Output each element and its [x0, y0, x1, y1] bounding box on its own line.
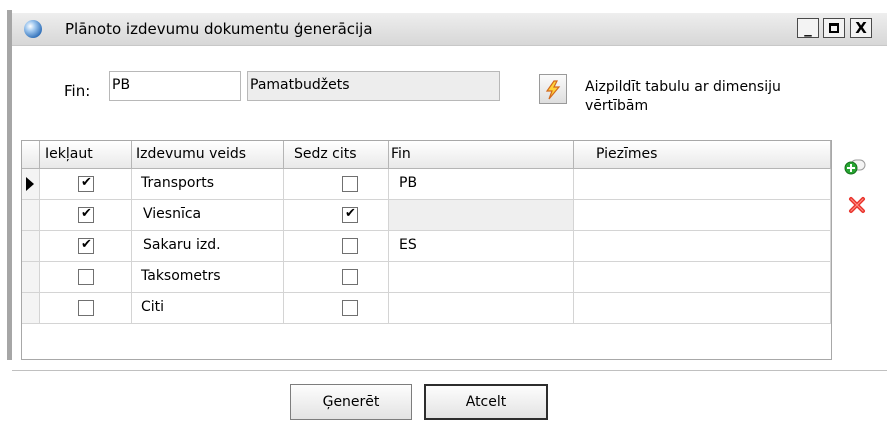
include-cell[interactable] [40, 262, 132, 293]
fill-table-description: Aizpildīt tabulu ar dimensiju vērtībām [585, 79, 781, 114]
row-indicator [22, 293, 40, 324]
header-row-indicator [22, 141, 40, 169]
fin-label: Fin: [64, 82, 91, 100]
expense-type-cell[interactable]: Viesnīca [132, 200, 284, 231]
notes-cell[interactable] [574, 231, 831, 262]
notes-cell[interactable] [574, 169, 831, 200]
row-indicator [22, 200, 40, 231]
include-cell[interactable]: ✔ [40, 200, 132, 231]
add-row-button[interactable] [844, 156, 866, 180]
maximize-icon [829, 23, 839, 33]
header-include[interactable]: Iekļaut [40, 141, 132, 169]
covered-cell[interactable]: ✔ [284, 200, 389, 231]
footer-divider [12, 370, 887, 371]
lightning-icon [545, 80, 561, 100]
expense-type-cell[interactable]: Taksometrs [132, 262, 284, 293]
minimize-button[interactable]: _ [797, 18, 819, 38]
delete-row-icon [849, 197, 865, 213]
current-row-arrow-icon [26, 177, 34, 191]
checkmark-icon: ✔ [81, 175, 92, 190]
expense-type-cell[interactable]: Sakaru izd. [132, 231, 284, 262]
expense-grid: Iekļaut Izdevumu veids Sedz cits Fin Pie… [21, 140, 832, 360]
close-button[interactable]: X [850, 18, 872, 38]
fill-table-button[interactable] [539, 74, 567, 104]
window-left-border [7, 10, 12, 360]
checkmark-icon: ✔ [81, 206, 92, 221]
include-checkbox[interactable]: ✔ [78, 237, 94, 254]
row-indicator [22, 169, 40, 200]
covered-checkbox[interactable] [342, 176, 358, 192]
include-checkbox[interactable] [78, 269, 94, 285]
notes-cell[interactable] [574, 293, 831, 324]
header-covered-by-other[interactable]: Sedz cits [284, 141, 389, 169]
header-expense-type[interactable]: Izdevumu veids [132, 141, 284, 169]
covered-cell[interactable] [284, 293, 389, 324]
app-globe-icon [24, 20, 42, 38]
notes-cell[interactable] [574, 200, 831, 231]
add-row-icon [844, 159, 866, 175]
expense-type-cell[interactable]: Citi [132, 293, 284, 324]
expense-type-cell[interactable]: Transports [132, 169, 284, 200]
include-cell[interactable]: ✔ [40, 231, 132, 262]
fin-cell[interactable] [389, 200, 574, 231]
checkmark-icon: ✔ [81, 237, 92, 252]
cancel-button[interactable]: Atcelt [424, 384, 548, 420]
header-fin[interactable]: Fin [389, 141, 574, 169]
fin-cell[interactable] [389, 262, 574, 293]
fin-name-field: Pamatbudžets [247, 71, 500, 101]
covered-cell[interactable] [284, 169, 389, 200]
covered-cell[interactable] [284, 231, 389, 262]
header-notes[interactable]: Piezīmes [574, 141, 831, 169]
notes-cell[interactable] [574, 262, 831, 293]
fin-cell[interactable]: ES [389, 231, 574, 262]
include-cell[interactable] [40, 293, 132, 324]
title-bar[interactable]: Plānoto izdevumu dokumentu ģenerācija _ … [12, 13, 887, 46]
fin-cell[interactable]: PB [389, 169, 574, 200]
delete-row-button[interactable] [848, 196, 866, 218]
checkmark-icon: ✔ [345, 206, 356, 221]
covered-checkbox[interactable] [342, 238, 358, 254]
fin-input[interactable]: PB [109, 71, 241, 101]
include-checkbox[interactable]: ✔ [78, 206, 94, 223]
row-indicator [22, 231, 40, 262]
row-indicator [22, 262, 40, 293]
covered-checkbox[interactable] [342, 300, 358, 316]
generate-button[interactable]: Ģenerēt [290, 384, 412, 420]
fin-cell[interactable] [389, 293, 574, 324]
window-title: Plānoto izdevumu dokumentu ģenerācija [65, 20, 373, 38]
covered-checkbox[interactable] [342, 269, 358, 285]
include-checkbox[interactable] [78, 300, 94, 316]
covered-cell[interactable] [284, 262, 389, 293]
maximize-button[interactable] [823, 18, 845, 38]
covered-checkbox[interactable]: ✔ [342, 206, 358, 223]
include-checkbox[interactable]: ✔ [78, 175, 94, 192]
include-cell[interactable]: ✔ [40, 169, 132, 200]
